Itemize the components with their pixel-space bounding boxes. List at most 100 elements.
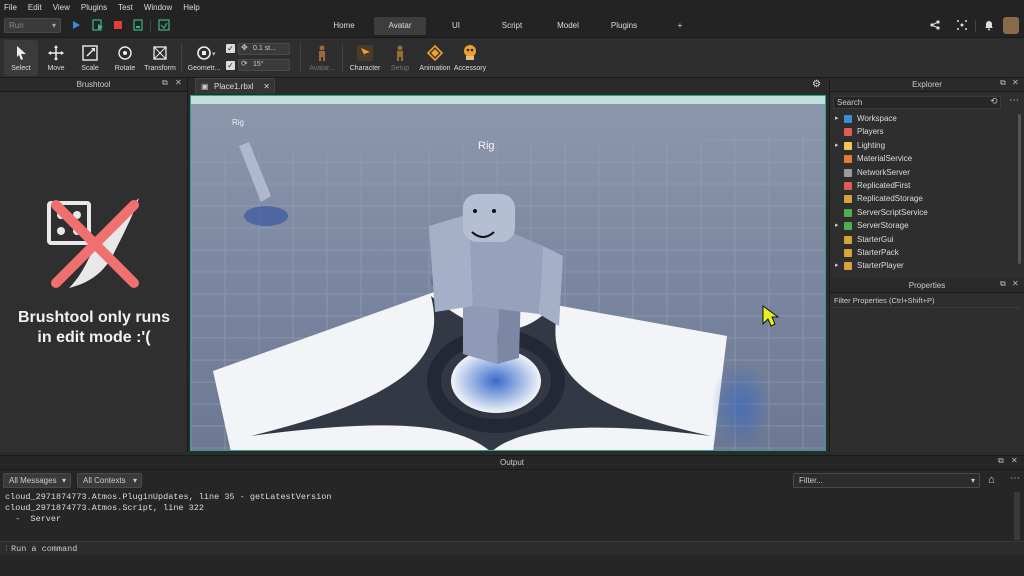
explorer-item-label: ReplicatedStorage (857, 194, 923, 204)
undock-icon[interactable]: ⧉ (162, 78, 168, 88)
explorer-item-label: StarterGui (857, 234, 894, 244)
document-tab[interactable]: ▣ Place1.rbxl ✕ (195, 78, 275, 94)
close-icon[interactable]: ✕ (1012, 78, 1019, 87)
ribbon-divider (342, 44, 343, 72)
contexts-filter-select[interactable]: All Contexts ▾ (77, 473, 142, 488)
gear-icon[interactable]: ⚙ (812, 79, 821, 90)
move-tool-button[interactable]: Move (39, 40, 73, 76)
command-bar[interactable]: ⋮ Run a command (0, 541, 1024, 555)
menu-file[interactable]: File (4, 3, 17, 12)
explorer-item-replicatedfirst[interactable]: ReplicatedFirst (830, 179, 1020, 192)
tab-add[interactable]: + (672, 17, 688, 35)
messages-filter-select[interactable]: All Messages ▾ (3, 473, 71, 488)
share-icon[interactable] (929, 19, 941, 31)
play-icon[interactable] (70, 19, 82, 31)
chevron-down-icon[interactable]: ▾ (212, 50, 216, 58)
play-here-icon[interactable] (92, 19, 104, 31)
command-prompt-icon: ⋮ (3, 545, 10, 552)
menu-window[interactable]: Window (144, 3, 172, 12)
scale-tool-button[interactable]: Scale (73, 40, 107, 76)
menu-plugins[interactable]: Plugins (81, 3, 107, 12)
move-icon (48, 45, 64, 61)
rotate-small-icon: ⟳ (241, 59, 248, 68)
explorer-item-label: Lighting (857, 140, 886, 150)
menu-view[interactable]: View (53, 3, 70, 12)
explorer-item-lighting[interactable]: ▸ Lighting (830, 139, 1020, 152)
explorer-item-label: StarterPack (857, 248, 899, 257)
brushtool-message-line1: Brushtool only runs (18, 309, 170, 326)
avatar-tool-button[interactable]: Avatar... (305, 40, 339, 76)
explorer-item-startergui[interactable]: StarterGui (830, 233, 1020, 246)
avatar[interactable] (1003, 17, 1019, 34)
explorer-item-players[interactable]: Players (830, 125, 1020, 138)
accessory-button[interactable]: Accessory (452, 40, 488, 76)
rotate-tool-button[interactable]: Rotate (108, 40, 142, 76)
explorer-item-starterpack[interactable]: StarterPack (830, 246, 1020, 259)
close-icon[interactable]: ✕ (1012, 279, 1019, 288)
expand-arrow-icon[interactable]: ▸ (835, 219, 839, 232)
top-bar: Run ▾ Home Avatar UI Script Model Plugins… (0, 14, 1024, 38)
explorer-item-networkserver[interactable]: NetworkServer (830, 166, 1020, 179)
explorer-item-serverscriptservice[interactable]: ServerScriptService (830, 206, 1020, 219)
animation-button[interactable]: Animation (417, 40, 453, 76)
expand-arrow-icon[interactable]: ▸ (835, 112, 839, 125)
document-tabbar: ▣ Place1.rbxl ✕ ⚙ (189, 78, 827, 94)
replicatedstorage-icon (844, 195, 852, 204)
move-snap-checkbox[interactable]: ✓ (226, 44, 235, 53)
expand-arrow-icon[interactable]: ▸ (835, 139, 839, 152)
menu-help[interactable]: Help (183, 3, 199, 12)
properties-filter-input[interactable]: Filter Properties (Ctrl+Shift+P) (834, 296, 1020, 308)
undock-icon[interactable]: ⧉ (998, 456, 1004, 466)
tab-home[interactable]: Home (324, 17, 364, 35)
close-icon[interactable]: ✕ (175, 78, 182, 87)
explorer-item-workspace[interactable]: ▸ Workspace (830, 112, 1020, 125)
explorer-search-input[interactable]: Search (833, 96, 1001, 109)
geometry-button[interactable]: Geometr... (184, 40, 224, 76)
tab-plugins[interactable]: Plugins (604, 17, 644, 35)
tab-script[interactable]: Script (492, 17, 532, 35)
stop-icon[interactable] (112, 19, 124, 31)
tab-ui[interactable]: UI (442, 17, 470, 35)
explorer-item-materialservice[interactable]: MaterialService (830, 152, 1020, 165)
rotate-snap-checkbox[interactable]: ✓ (226, 61, 235, 70)
bell-icon[interactable] (983, 19, 995, 31)
select-tool-button[interactable]: Select (4, 40, 38, 76)
avatar-tool-label: Avatar... (309, 65, 335, 72)
expand-arrow-icon[interactable]: ▸ (835, 259, 839, 272)
explorer-item-replicatedstorage[interactable]: ReplicatedStorage (830, 192, 1020, 205)
undock-icon[interactable]: ⧉ (1000, 279, 1006, 289)
move-tool-label: Move (47, 65, 65, 72)
workspace-icon (844, 115, 852, 123)
server-icon[interactable] (132, 19, 144, 31)
collaborate-icon[interactable] (956, 19, 968, 31)
output-filter-input[interactable]: Filter... ▾ (793, 473, 980, 488)
output-line: - Server (5, 514, 62, 524)
explorer-item-label: ServerScriptService (857, 207, 928, 217)
menu-test[interactable]: Test (118, 3, 133, 12)
history-icon[interactable]: ⟲ (990, 96, 998, 107)
more-icon[interactable]: ⋯ (1009, 95, 1019, 106)
players-icon (844, 128, 852, 137)
setup-button[interactable]: Setup (383, 40, 417, 76)
3d-viewport[interactable]: Rig Rig (190, 95, 826, 451)
explorer-item-label: MaterialService (857, 154, 913, 164)
close-icon[interactable]: ✕ (1011, 456, 1018, 465)
move-snap-value: 0.1 st... (253, 45, 276, 52)
client-icon[interactable] (158, 19, 170, 31)
more-icon[interactable]: ⋯ (1010, 473, 1020, 484)
explorer-item-starterplayer[interactable]: ▸ StarterPlayer (830, 259, 1020, 272)
transform-tool-button[interactable]: Transform (143, 40, 177, 76)
explorer-scrollbar[interactable] (1018, 114, 1021, 264)
tab-model[interactable]: Model (548, 17, 588, 35)
close-icon[interactable]: ✕ (263, 79, 270, 94)
menu-edit[interactable]: Edit (28, 3, 42, 12)
character-button[interactable]: Character (348, 40, 382, 76)
explorer-item-serverstorage[interactable]: ▸ ServerStorage (830, 219, 1020, 232)
output-line: cloud_2971874773.Atmos.PluginUpdates, li… (5, 492, 332, 502)
clear-broom-icon[interactable]: ⌂ (988, 474, 995, 486)
undock-icon[interactable]: ⧉ (1000, 78, 1006, 88)
run-mode-select[interactable]: Run ▾ (4, 18, 61, 33)
brush-disabled-icon (47, 198, 139, 288)
output-scrollbar[interactable] (1014, 492, 1020, 540)
tab-avatar[interactable]: Avatar (374, 17, 426, 35)
